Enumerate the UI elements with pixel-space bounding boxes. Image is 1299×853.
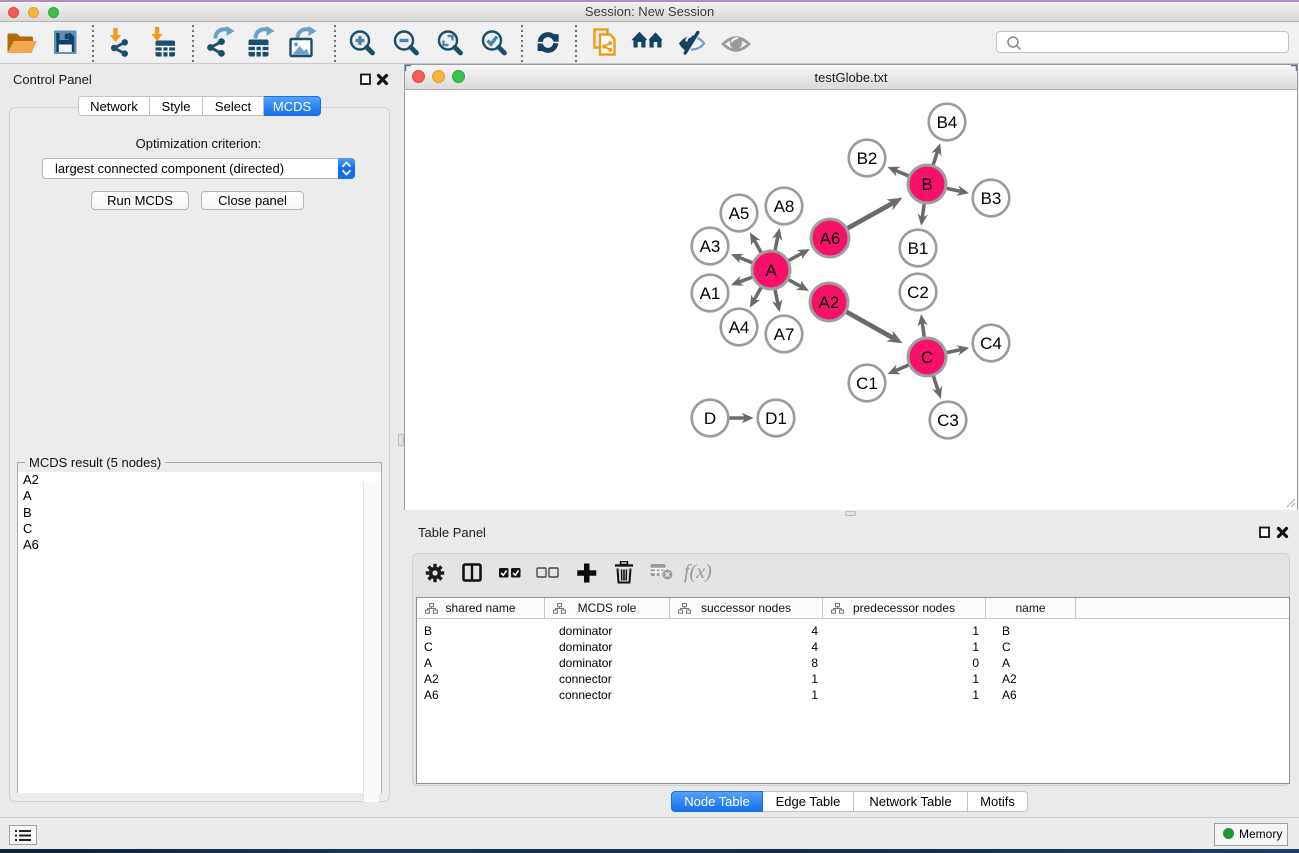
svg-text:A: A: [765, 261, 777, 280]
svg-text:C: C: [921, 348, 933, 367]
svg-text:A2: A2: [819, 293, 840, 312]
svg-text:A1: A1: [700, 284, 721, 303]
svg-text:C3: C3: [937, 411, 959, 430]
svg-text:A3: A3: [700, 237, 721, 256]
svg-text:B2: B2: [857, 149, 878, 168]
svg-text:B3: B3: [981, 189, 1002, 208]
svg-text:D1: D1: [765, 409, 787, 428]
svg-text:D: D: [704, 409, 716, 428]
svg-text:B: B: [921, 175, 932, 194]
svg-text:A6: A6: [820, 229, 841, 248]
svg-text:A5: A5: [729, 204, 750, 223]
svg-text:C2: C2: [907, 283, 929, 302]
svg-text:A8: A8: [774, 197, 795, 216]
svg-text:A7: A7: [774, 325, 795, 344]
svg-text:C4: C4: [980, 334, 1002, 353]
svg-text:A4: A4: [729, 318, 750, 337]
svg-text:B1: B1: [908, 239, 929, 258]
svg-text:B4: B4: [937, 113, 958, 132]
svg-text:C1: C1: [856, 374, 878, 393]
